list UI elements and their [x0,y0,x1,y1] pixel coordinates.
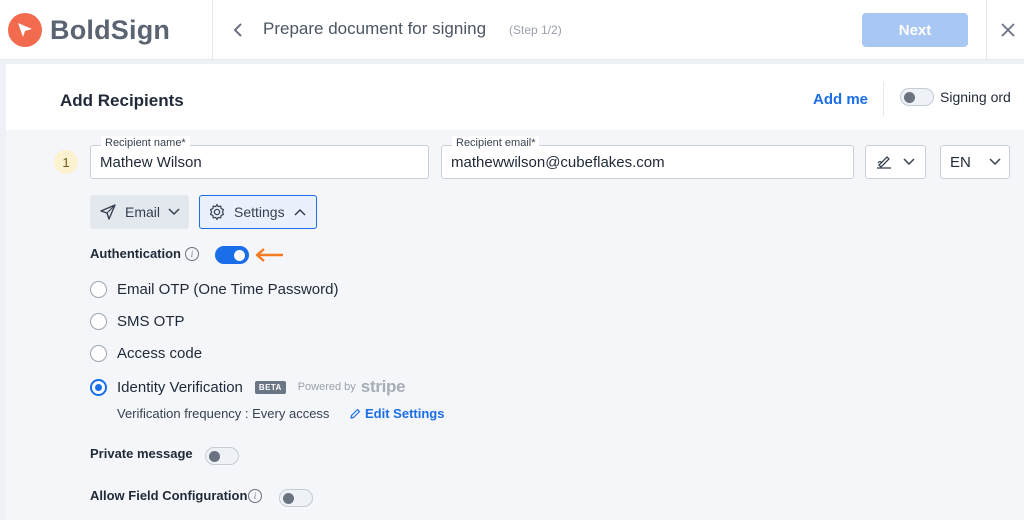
boldsign-logo: BoldSign [8,13,170,47]
send-arrow-logo-icon [8,13,42,47]
language-value: EN [950,153,971,171]
recipient-number-badge: 1 [54,150,78,174]
chevron-down-icon [903,158,915,166]
app-name: BoldSign [50,14,171,45]
option-label: SMS OTP [117,313,185,330]
radio-button[interactable] [90,313,107,330]
radio-button[interactable] [90,345,107,362]
language-dropdown[interactable]: EN [940,145,1010,179]
edit-settings-link[interactable]: Edit Settings [349,406,444,421]
divider [883,82,884,116]
gear-icon [208,203,226,221]
option-label: Email OTP (One Time Password) [117,281,339,298]
chevron-down-icon [168,208,180,216]
edit-settings-label: Edit Settings [365,406,445,421]
recipient-email-label: Recipient email* [452,136,540,150]
recipient-name-field[interactable]: Recipient name* [90,136,429,179]
chevron-down-icon [989,158,1001,166]
powered-by-text: Powered by [297,381,356,393]
panel-header: Add Recipients Add me Signing ord [6,64,1024,130]
private-message-toggle[interactable] [205,447,239,465]
delivery-mode-label: Email [125,204,161,220]
step-indicator: (Step 1/2) [509,23,562,37]
recipient-email-field[interactable]: Recipient email* [441,136,854,179]
private-message-label: Private message [90,446,193,461]
authentication-label: Authentication [90,246,181,261]
allow-field-configuration-toggle[interactable] [279,489,313,507]
pencil-icon [349,408,361,420]
signing-order-toggle-group: Signing ord [900,88,1011,106]
auth-option-sms-otp[interactable]: SMS OTP [90,313,185,330]
divider [986,0,987,60]
radio-button[interactable] [90,281,107,298]
radio-button-selected[interactable] [90,378,107,396]
back-chevron-icon[interactable] [228,20,248,40]
signature-pen-icon [875,154,893,170]
signing-order-label: Signing ord [940,89,1011,105]
authentication-toggle[interactable] [215,246,249,264]
signing-order-toggle[interactable] [900,88,934,106]
auth-option-access-code[interactable]: Access code [90,345,202,362]
close-icon[interactable] [998,20,1018,40]
verification-frequency-text: Verification frequency : Every access [117,406,330,421]
orange-arrow-icon [254,247,284,268]
next-button[interactable]: Next [862,13,968,47]
stripe-logo: stripe [360,377,406,396]
signer-role-dropdown[interactable] [865,145,926,179]
top-bar: BoldSign Prepare document for signing (S… [0,0,1024,60]
divider [212,0,213,60]
chevron-up-icon [294,208,306,216]
info-icon[interactable]: i [248,489,262,503]
allow-field-configuration-label: Allow Field Configuration [90,488,248,503]
option-label: Access code [117,345,203,362]
page-title: Prepare document for signing [263,19,487,38]
settings-button[interactable]: Settings [199,195,317,229]
recipient-name-input[interactable] [100,154,419,171]
send-icon [100,204,116,220]
recipient-email-input[interactable] [451,154,844,171]
panel-title: Add Recipients [60,91,184,110]
beta-badge: BETA [254,380,286,394]
option-label: Identity Verification [117,378,243,396]
info-icon[interactable]: i [185,247,199,261]
auth-option-identity-verification[interactable]: Identity Verification BETA Powered by st… [90,377,406,397]
auth-option-email-otp[interactable]: Email OTP (One Time Password) [90,281,338,298]
add-me-link[interactable]: Add me [813,91,868,108]
settings-label: Settings [234,204,285,220]
recipient-name-label: Recipient name* [101,136,190,150]
delivery-mode-dropdown[interactable]: Email [90,195,189,229]
